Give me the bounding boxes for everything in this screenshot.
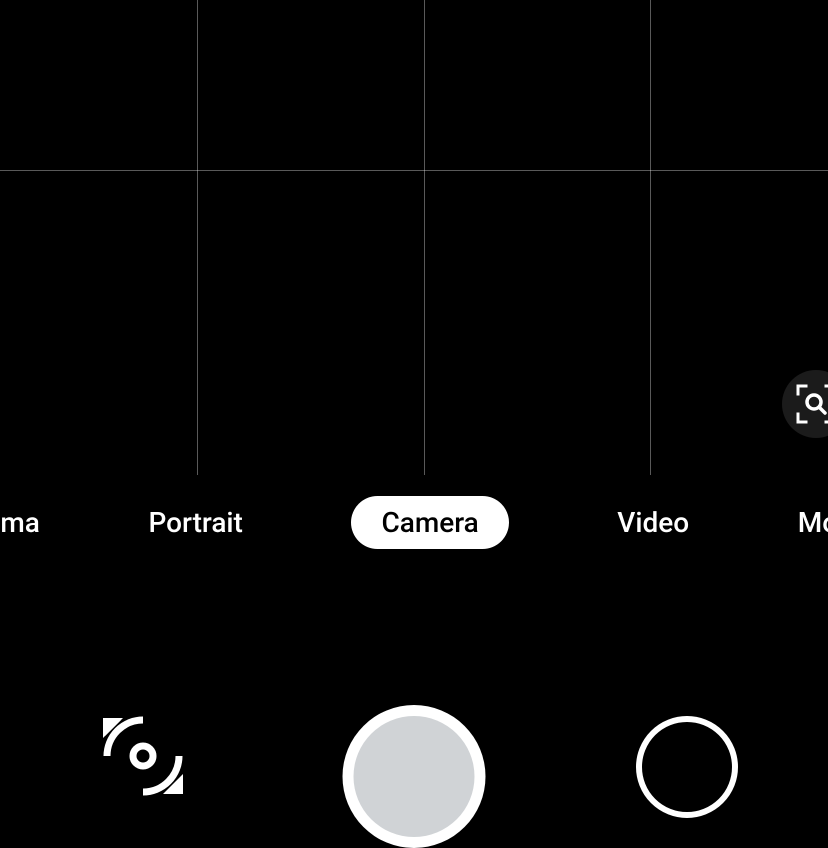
mode-selector-strip[interactable]: orama Portrait Camera Video Mor — [0, 492, 828, 552]
grid-line-vertical — [197, 0, 198, 475]
switch-camera-icon — [93, 706, 193, 806]
mode-panorama[interactable]: orama — [0, 496, 40, 549]
mode-more[interactable]: Mor — [798, 496, 828, 549]
switch-camera-button[interactable] — [90, 703, 195, 808]
mode-video[interactable]: Video — [617, 496, 689, 549]
mode-portrait[interactable]: Portrait — [148, 496, 242, 549]
grid-line-vertical — [424, 0, 425, 475]
google-lens-button[interactable] — [782, 370, 828, 438]
grid-line-horizontal — [0, 170, 828, 171]
mode-camera[interactable]: Camera — [351, 496, 508, 549]
lens-scan-icon — [795, 383, 828, 425]
grid-line-vertical — [650, 0, 651, 475]
shutter-button[interactable] — [343, 705, 486, 848]
camera-controls — [0, 628, 828, 828]
gallery-thumbnail-button[interactable] — [636, 716, 738, 818]
viewfinder[interactable] — [0, 0, 828, 475]
shutter-core — [354, 716, 475, 837]
